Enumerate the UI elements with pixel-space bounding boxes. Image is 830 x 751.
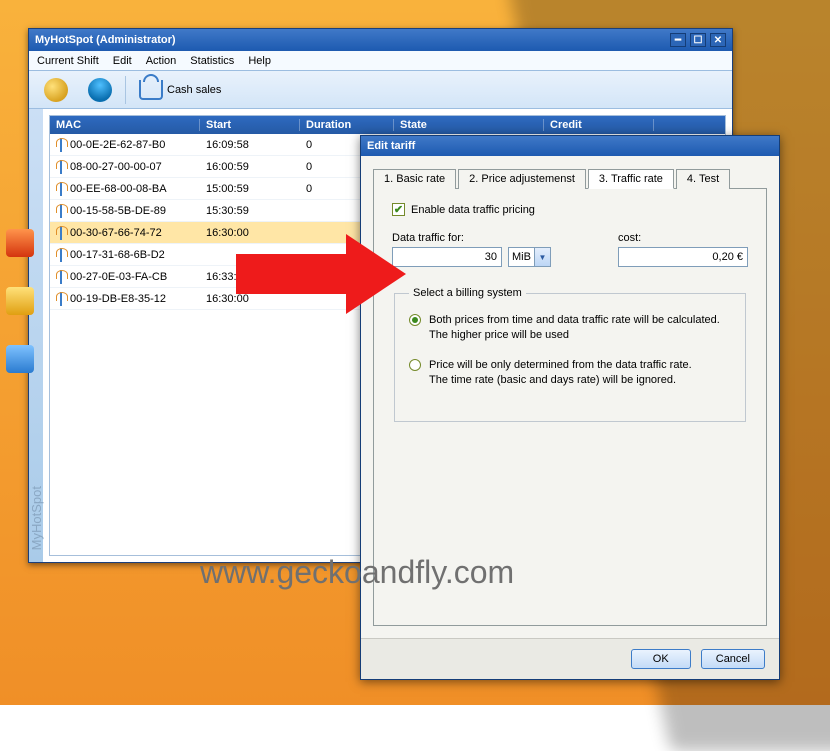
cost-input[interactable] <box>618 247 748 267</box>
menu-statistics[interactable]: Statistics <box>190 55 234 67</box>
nav-antenna-icon[interactable] <box>6 229 34 257</box>
tab-0[interactable]: 1. Basic rate <box>373 169 456 189</box>
menu-help[interactable]: Help <box>248 55 271 67</box>
antenna-icon <box>56 182 66 196</box>
basket-icon <box>139 80 163 100</box>
nav-clock-icon[interactable] <box>6 345 34 373</box>
antenna-icon <box>56 248 66 262</box>
titlebar: MyHotSpot (Administrator) ━ ☐ ✕ <box>29 29 732 51</box>
antenna-icon <box>56 204 66 218</box>
antenna-icon <box>56 226 66 240</box>
radio-label: Price will be only determined from the d… <box>429 358 692 389</box>
billing-radio-1[interactable]: Price will be only determined from the d… <box>409 358 731 389</box>
col-state[interactable]: State <box>394 119 544 131</box>
chevron-down-icon: ▼ <box>535 247 551 267</box>
close-button[interactable]: ✕ <box>710 33 726 47</box>
traffic-unit-select[interactable]: MiB ▼ <box>508 247 551 267</box>
antenna-icon <box>56 292 66 306</box>
dialog-titlebar: Edit tariff <box>361 136 779 156</box>
col-credit[interactable]: Credit <box>544 119 654 131</box>
cash-sales-button[interactable]: Cash sales <box>132 76 228 104</box>
toolbar-user-button[interactable] <box>81 74 119 106</box>
ok-button[interactable]: OK <box>631 649 691 669</box>
billing-radio-0[interactable]: Both prices from time and data traffic r… <box>409 313 731 344</box>
traffic-amount-input[interactable] <box>392 247 502 267</box>
radio-label: Both prices from time and data traffic r… <box>429 313 720 344</box>
checkbox-icon: ✔ <box>392 203 405 216</box>
minimize-button[interactable]: ━ <box>670 33 686 47</box>
tab-2[interactable]: 3. Traffic rate <box>588 169 674 189</box>
left-nav: MyHotSpot <box>29 109 43 562</box>
traffic-for-label: Data traffic for: <box>392 232 562 244</box>
maximize-button[interactable]: ☐ <box>690 33 706 47</box>
nav-ticket-icon[interactable] <box>6 287 34 315</box>
enable-traffic-label: Enable data traffic pricing <box>411 204 535 216</box>
toolbar-money-button[interactable] <box>37 74 75 106</box>
cash-sales-label: Cash sales <box>167 84 221 96</box>
menu-current-shift[interactable]: Current Shift <box>37 55 99 67</box>
brand-text: MyHotSpot <box>29 486 44 550</box>
col-start[interactable]: Start <box>200 119 300 131</box>
radio-icon <box>409 314 421 326</box>
antenna-icon <box>56 160 66 174</box>
cost-label: cost: <box>618 232 748 244</box>
menu-edit[interactable]: Edit <box>113 55 132 67</box>
antenna-icon <box>56 138 66 152</box>
fieldset-legend: Select a billing system <box>409 287 526 299</box>
col-duration[interactable]: Duration <box>300 119 394 131</box>
person-icon <box>88 78 112 102</box>
tab-3[interactable]: 4. Test <box>676 169 730 189</box>
enable-traffic-checkbox[interactable]: ✔ Enable data traffic pricing <box>392 203 748 216</box>
window-title: MyHotSpot (Administrator) <box>35 34 176 46</box>
menu-action[interactable]: Action <box>146 55 177 67</box>
menubar: Current Shift Edit Action Statistics Hel… <box>29 51 732 71</box>
money-icon <box>44 78 68 102</box>
dialog-title: Edit tariff <box>367 140 415 152</box>
radio-icon <box>409 359 421 371</box>
tab-1[interactable]: 2. Price adjustemenst <box>458 169 586 189</box>
billing-system-fieldset: Select a billing system Both prices from… <box>394 287 746 422</box>
antenna-icon <box>56 270 66 284</box>
cancel-button[interactable]: Cancel <box>701 649 765 669</box>
traffic-unit-value: MiB <box>508 247 535 267</box>
toolbar: Cash sales <box>29 71 732 109</box>
edit-tariff-dialog: Edit tariff 1. Basic rate2. Price adjust… <box>360 135 780 680</box>
col-mac[interactable]: MAC <box>50 119 200 131</box>
